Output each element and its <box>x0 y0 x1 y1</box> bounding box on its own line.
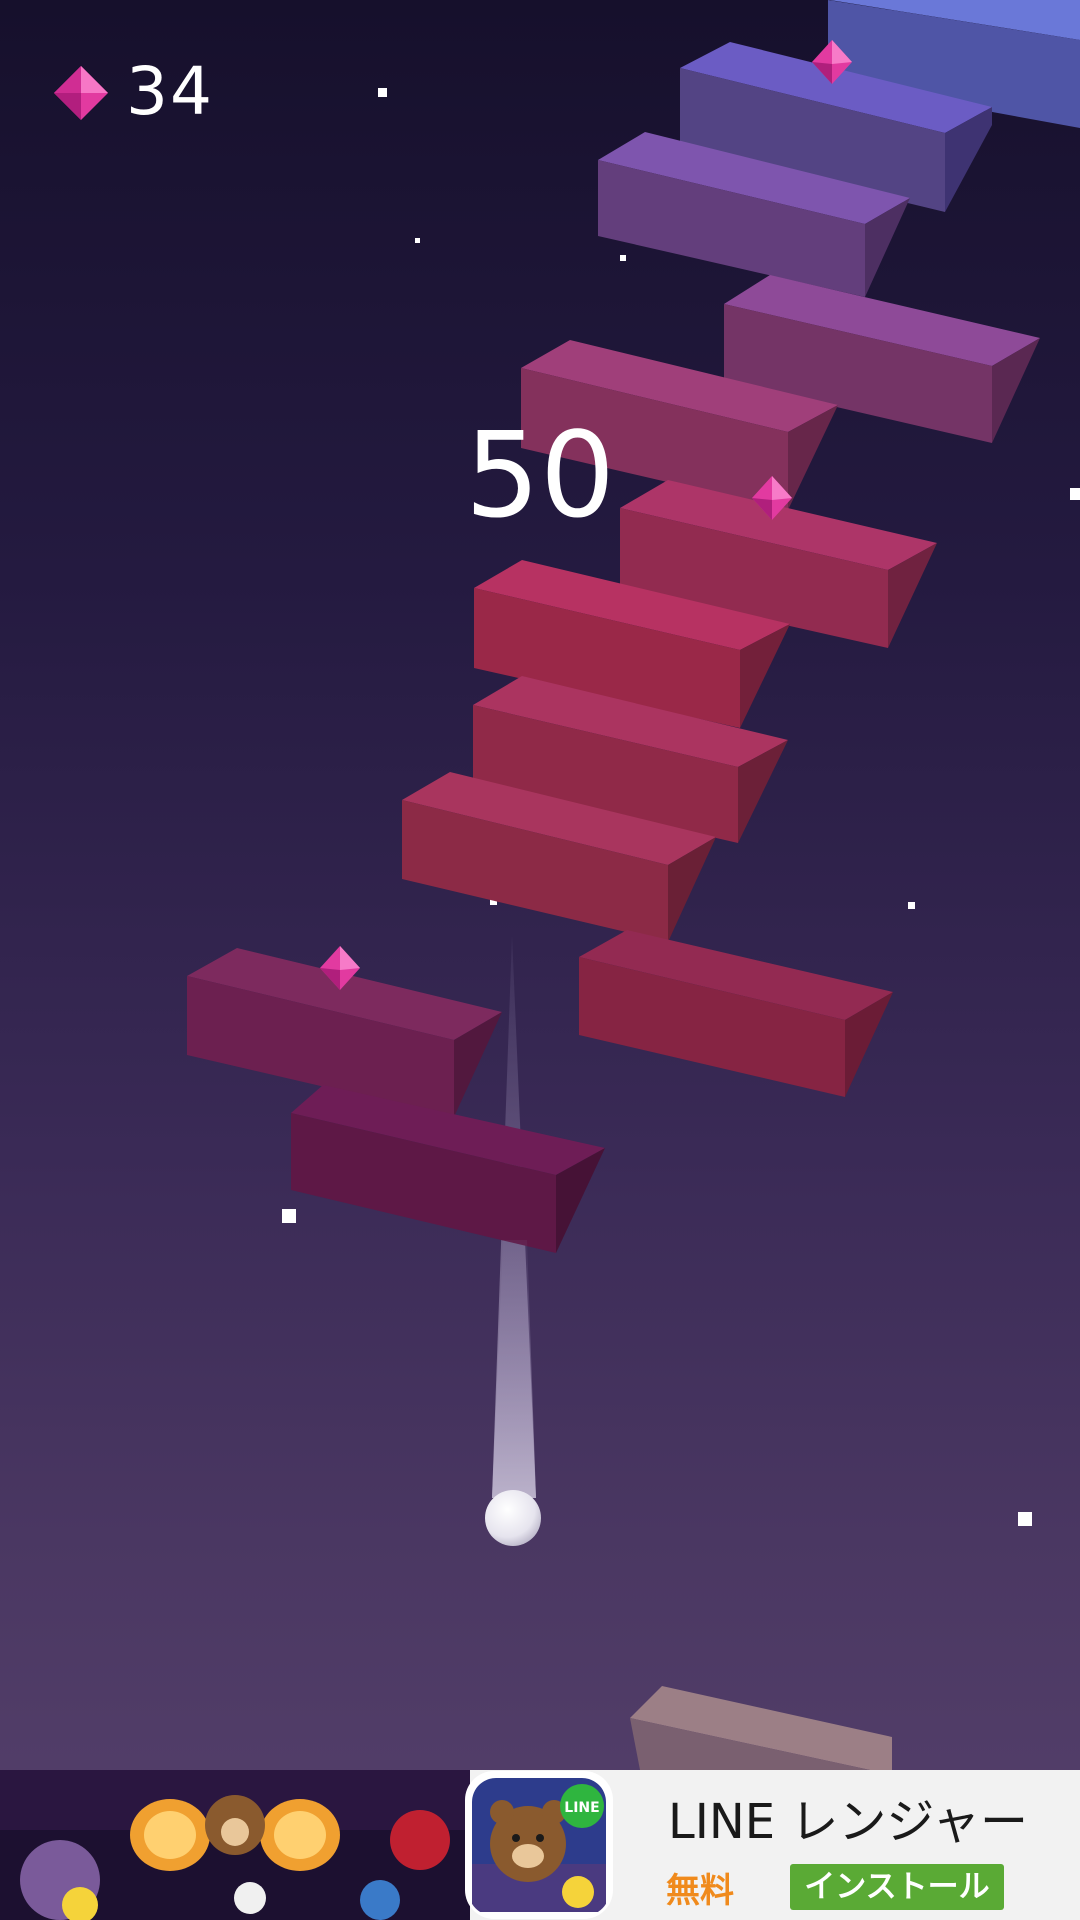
ad-banner[interactable]: LINE LINE レンジャー 無料 インストール <box>0 1770 1080 1920</box>
ball-trail-lower <box>492 1240 536 1498</box>
line-badge-label: LINE <box>564 1800 599 1816</box>
install-button[interactable]: インストール <box>790 1864 1004 1910</box>
bear-character-icon: LINE <box>472 1778 606 1912</box>
gem-count: 34 <box>126 53 214 130</box>
step-block-landing <box>630 1686 892 1770</box>
game-scene[interactable] <box>0 0 1080 1770</box>
ad-artwork-image[interactable] <box>0 1770 470 1920</box>
ad-price-label: 無料 <box>666 1871 734 1911</box>
player-ball <box>485 1490 541 1546</box>
app-icon[interactable]: LINE <box>468 1774 610 1916</box>
score-counter: 50 <box>464 406 616 544</box>
step-block-9 <box>579 930 893 1097</box>
gem-icon <box>54 66 108 120</box>
ad-app-title[interactable]: LINE レンジャー <box>668 1792 1028 1852</box>
